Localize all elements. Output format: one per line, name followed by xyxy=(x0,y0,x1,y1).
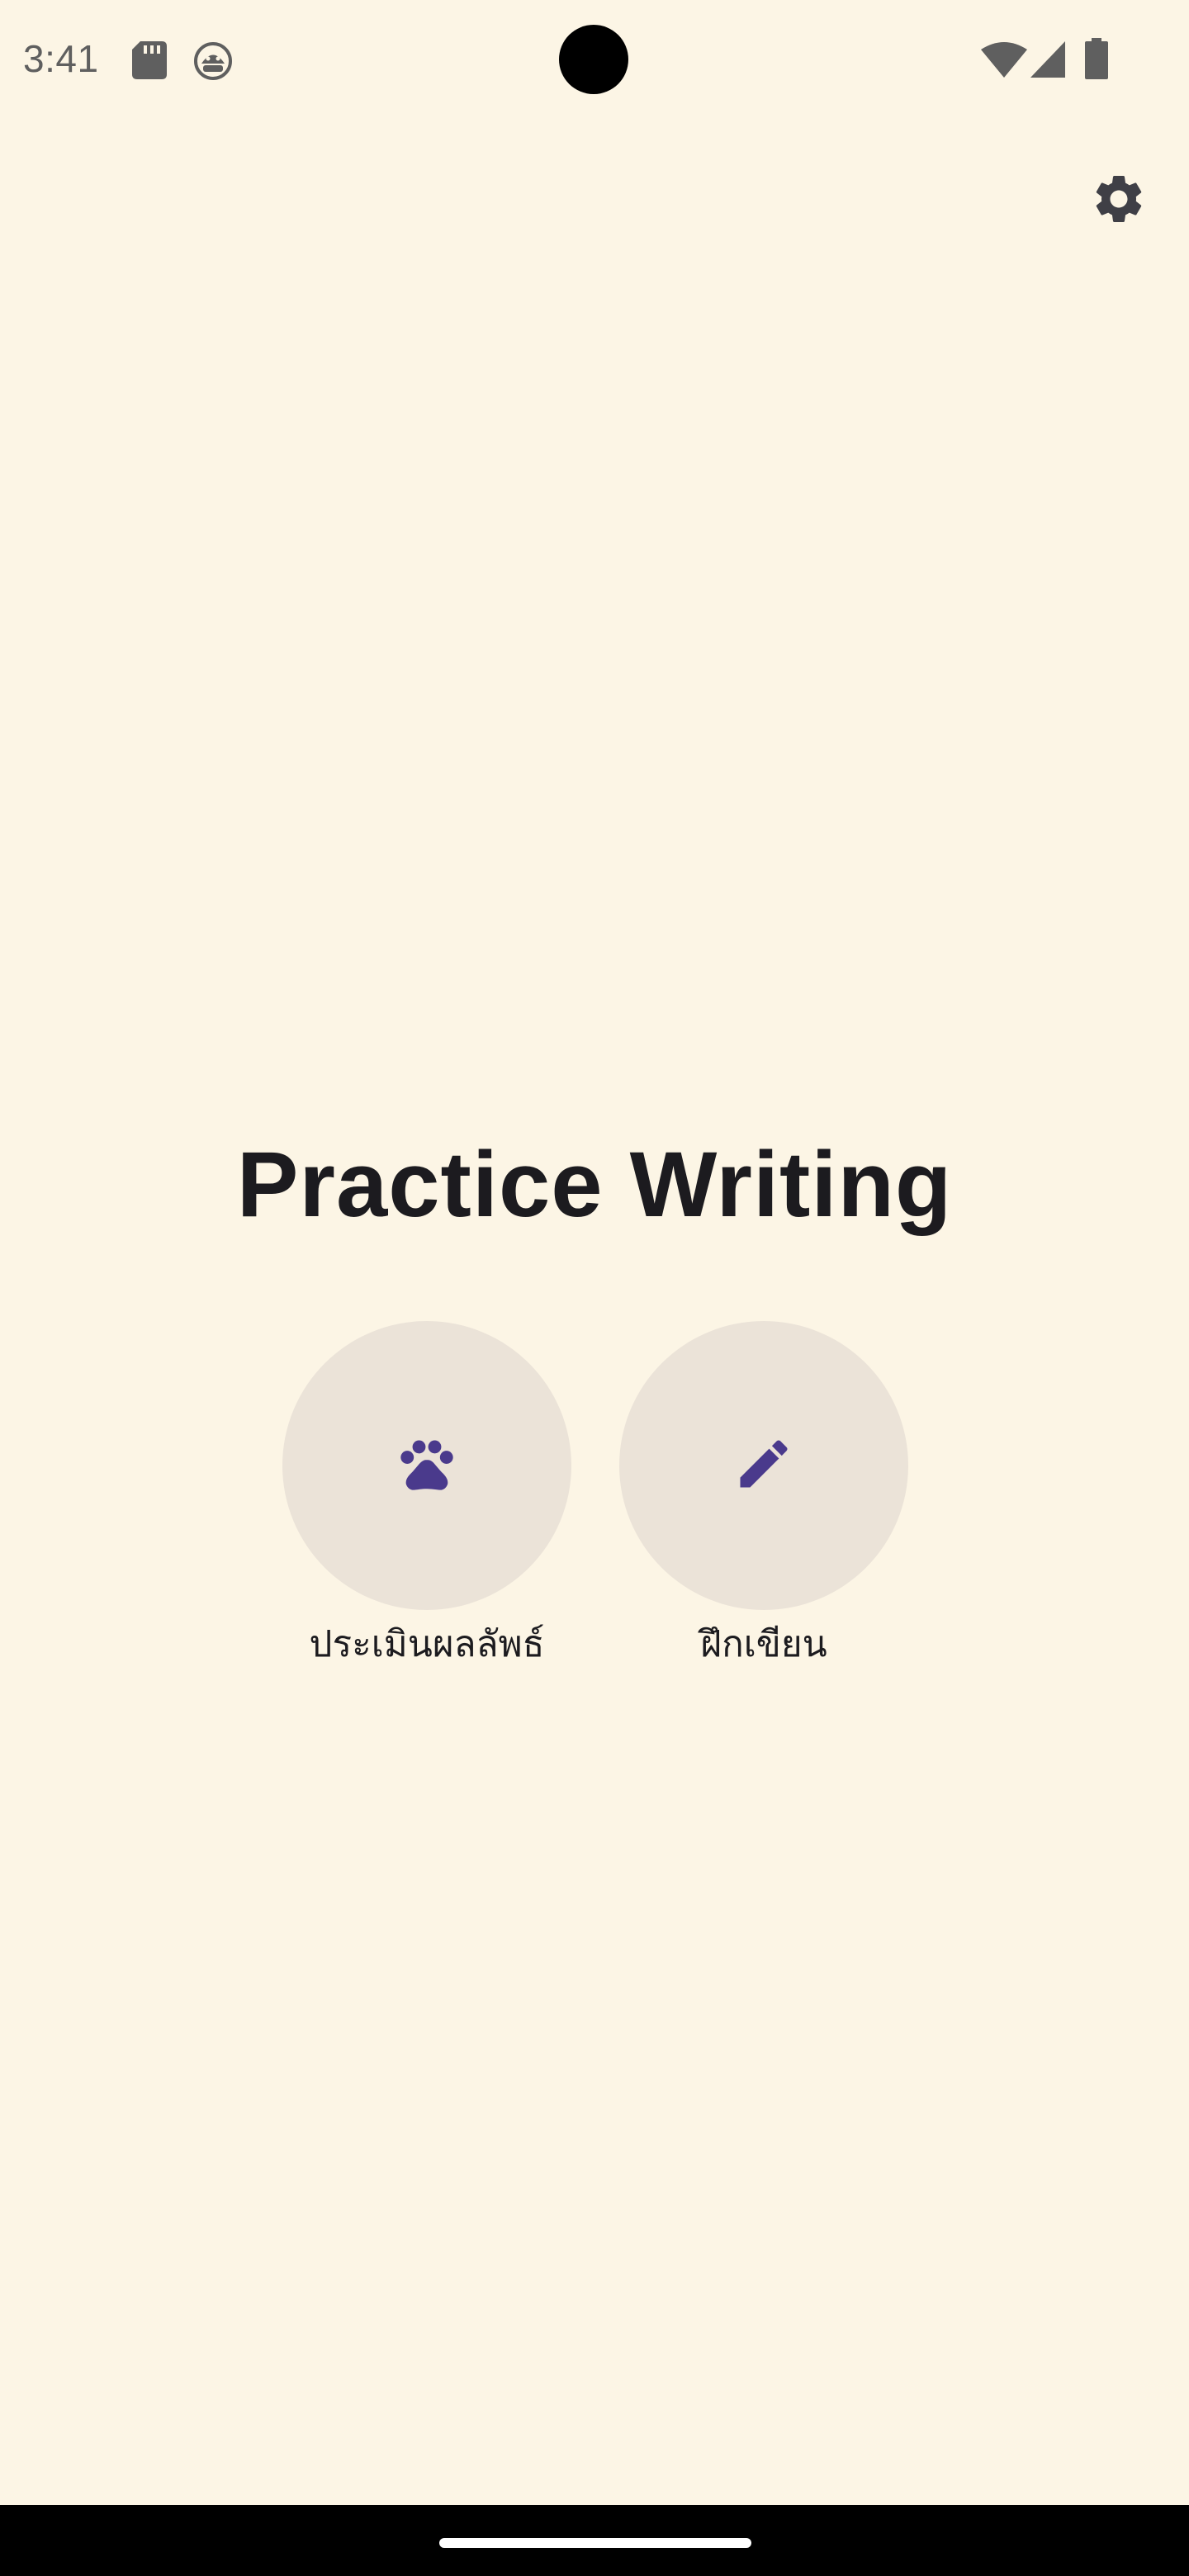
battery-icon xyxy=(1085,38,1108,83)
gear-icon xyxy=(1090,170,1148,231)
status-bar: 3:41 xyxy=(0,0,1189,124)
evaluate-action: ประเมินผลลัพธ์ xyxy=(282,1321,571,1673)
paw-icon xyxy=(396,1432,458,1499)
home-handle[interactable] xyxy=(439,2538,751,2548)
practice-label: ฝึกเขียน xyxy=(700,1623,827,1665)
page-title: Practice Writing xyxy=(236,1133,953,1236)
cell-signal-icon xyxy=(1030,41,1065,81)
pencil-icon xyxy=(732,1432,795,1499)
android-debug-icon xyxy=(193,41,233,84)
settings-button[interactable] xyxy=(1082,163,1156,238)
status-time: 3:41 xyxy=(23,37,99,80)
evaluate-button[interactable] xyxy=(282,1321,571,1610)
evaluate-label: ประเมินผลลัพธ์ xyxy=(309,1623,545,1665)
camera-cutout xyxy=(559,25,628,94)
practice-button[interactable] xyxy=(619,1321,908,1610)
navigation-bar xyxy=(0,2505,1189,2576)
sd-card-icon xyxy=(132,41,167,83)
wifi-icon xyxy=(981,41,1027,81)
practice-action: ฝึกเขียน xyxy=(619,1321,908,1673)
